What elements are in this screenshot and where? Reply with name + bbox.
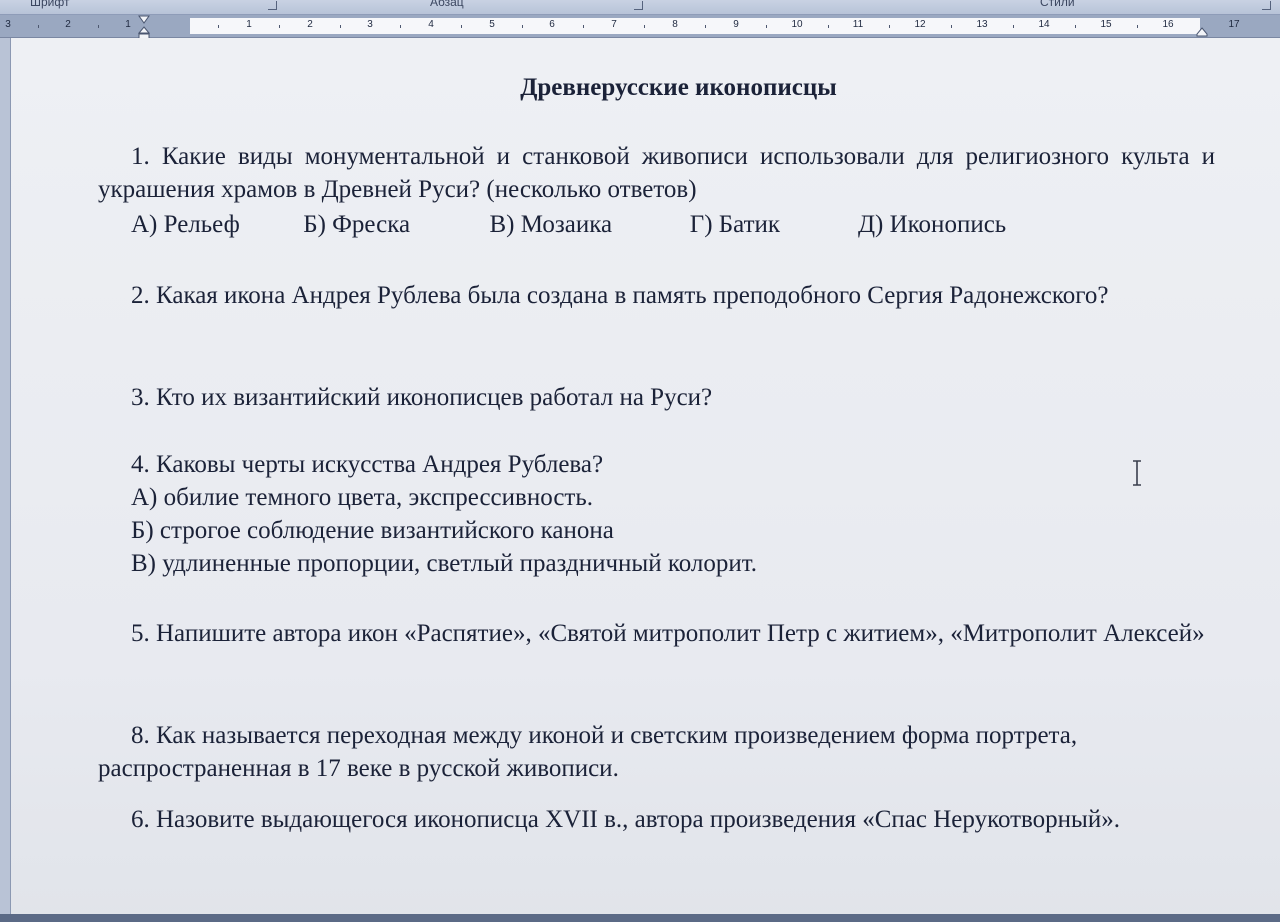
question-1-option-a: А) Рельеф (131, 211, 240, 238)
ruler-number: 2 (65, 19, 71, 30)
ruler-number: 17 (1228, 19, 1240, 30)
ruler-number: 13 (976, 19, 988, 30)
right-indent-marker-icon[interactable] (1196, 27, 1208, 37)
ruler-number: 4 (428, 19, 434, 30)
ruler-number: 3 (5, 19, 11, 30)
text-cursor-icon (1133, 460, 1141, 486)
document-title: Древнерусские иконописцы (520, 74, 837, 101)
ruler-tick (38, 25, 39, 28)
ruler-tick (400, 25, 401, 28)
question-1-option-b: Б) Фреска (303, 211, 411, 238)
question-1-option-e: Д) Иконопись (858, 211, 1007, 238)
ruler-number: 16 (1162, 19, 1174, 30)
font-dialog-launcher-icon[interactable] (268, 1, 277, 10)
question-1-option-d: Г) Батик (689, 211, 781, 238)
question-4-option-a: А) обилие темного цвета, экспрессивность… (131, 484, 593, 511)
question-6-text: 6. Назовите выдающегося иконописца XVII … (131, 806, 1120, 833)
ruler-tick (1075, 25, 1076, 28)
question-4-option-c: В) удлиненные пропорции, светлый праздни… (131, 550, 758, 577)
question-4-text: 4. Каковы черты искусства Андрея Рублева… (131, 451, 604, 478)
ruler-number: 11 (852, 19, 864, 30)
ruler-tick (522, 25, 523, 28)
document-page[interactable]: Древнерусские иконописцы 1. Какие виды м… (11, 38, 1280, 922)
vertical-ruler[interactable] (0, 38, 11, 922)
ruler-tick (461, 25, 462, 28)
ruler-tick (279, 25, 280, 28)
ruler-number: 10 (791, 19, 803, 30)
ruler-number: 1 (125, 19, 131, 30)
ruler-number: 3 (367, 19, 373, 30)
ruler-number: 12 (914, 19, 926, 30)
ribbon-group-labels: Шрифт Абзац Стили (0, 0, 1280, 15)
question-2-text: 2. Какая икона Андрея Рублева была созда… (131, 282, 1109, 309)
ruler-number: 1 (246, 19, 252, 30)
ruler-number: 14 (1038, 19, 1050, 30)
paragraph-dialog-launcher-icon[interactable] (634, 1, 643, 10)
ruler-tick (1137, 25, 1138, 28)
ruler-tick (705, 25, 706, 28)
ruler-tick (340, 25, 341, 28)
ruler-tick (98, 25, 99, 28)
styles-dialog-launcher-icon[interactable] (1262, 1, 1271, 10)
ruler-number: 7 (611, 19, 617, 30)
ruler-tick (889, 25, 890, 28)
ribbon-group-paragraph-label: Абзац (430, 0, 464, 9)
ruler-tick (644, 25, 645, 28)
question-3-text: 3. Кто их византийский иконописцев работ… (131, 384, 713, 411)
question-5-text: 5. Напишите автора икон «Распятие», «Свя… (131, 620, 1205, 647)
horizontal-ruler[interactable]: 3 2 1 1 2 3 4 5 6 7 8 9 10 11 12 13 14 1… (0, 15, 1280, 38)
question-1-option-c: В) Мозаика (489, 211, 613, 238)
taskbar-edge (0, 914, 1280, 922)
ribbon-group-styles-label: Стили (1040, 0, 1075, 9)
question-4-option-b: Б) строгое соблюдение византийского кано… (131, 517, 614, 544)
word-window: Шрифт Абзац Стили 3 2 1 1 2 3 4 5 6 7 8 … (0, 0, 1280, 922)
question-8-text: 8. Как называется переходная между иконо… (98, 722, 1078, 782)
ruler-number: 6 (549, 19, 555, 30)
ribbon-group-font-label: Шрифт (30, 0, 70, 9)
ruler-number: 9 (733, 19, 739, 30)
ruler-number: 8 (672, 19, 678, 30)
ruler-tick (766, 25, 767, 28)
ruler-number: 15 (1100, 19, 1112, 30)
ruler-tick (583, 25, 584, 28)
ruler-tick (1013, 25, 1014, 28)
ruler-number: 5 (489, 19, 495, 30)
ruler-tick (218, 25, 219, 28)
ruler-number: 2 (307, 19, 313, 30)
question-1-text: 1. Какие виды монументальной и станковой… (98, 143, 1215, 203)
question-1-options: А) Рельеф Б) Фреска В) Мозаика Г) Батик … (131, 208, 1006, 241)
ruler-tick (951, 25, 952, 28)
ruler-tick (828, 25, 829, 28)
